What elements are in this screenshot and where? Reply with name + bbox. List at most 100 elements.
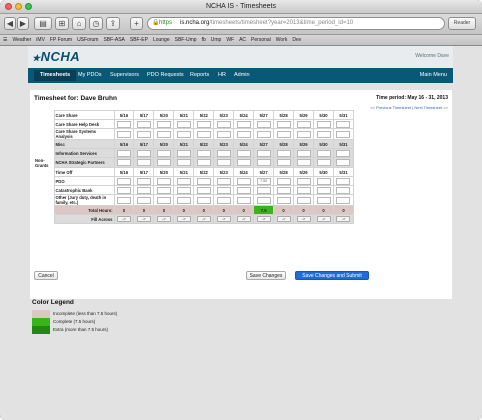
hours-input[interactable] xyxy=(256,120,271,128)
hours-input[interactable] xyxy=(316,196,331,204)
bookmark-item[interactable]: USForum xyxy=(77,37,98,43)
hours-input[interactable] xyxy=(116,149,131,157)
hours-input[interactable] xyxy=(296,130,311,138)
hours-input[interactable] xyxy=(236,120,251,128)
hours-input[interactable] xyxy=(236,130,251,138)
hours-input[interactable] xyxy=(176,186,191,194)
home-icon[interactable]: ⌂ xyxy=(72,17,86,30)
nav-timesheets[interactable]: Timesheets xyxy=(34,70,77,81)
nav-admin[interactable]: Admin xyxy=(234,72,250,78)
hours-input[interactable] xyxy=(116,186,131,194)
bookmark-item[interactable]: FP Forum xyxy=(50,37,72,43)
hours-input[interactable] xyxy=(216,177,231,185)
hours-input[interactable] xyxy=(136,120,151,128)
hours-input[interactable] xyxy=(216,130,231,138)
top-sites-icon[interactable]: ⊞ xyxy=(55,17,69,30)
fill-across-button[interactable]: -> xyxy=(256,216,271,222)
hours-input[interactable] xyxy=(116,130,131,138)
hours-input[interactable] xyxy=(256,159,271,166)
hours-input[interactable] xyxy=(136,186,151,194)
minimize-window-button[interactable] xyxy=(15,3,22,10)
hours-input[interactable] xyxy=(156,177,171,185)
hours-input[interactable] xyxy=(216,120,231,128)
hours-input[interactable] xyxy=(276,177,291,185)
fill-across-button[interactable]: -> xyxy=(136,216,151,222)
bookmark-item[interactable]: SBF-EP xyxy=(130,37,148,43)
hours-input[interactable] xyxy=(236,177,251,185)
hours-input[interactable] xyxy=(136,196,151,204)
fill-across-button[interactable]: -> xyxy=(216,216,231,222)
hours-input[interactable] xyxy=(256,196,271,204)
nav-my-pdos[interactable]: My PDOs xyxy=(78,72,102,78)
hours-input[interactable] xyxy=(296,120,311,128)
fill-across-button[interactable]: -> xyxy=(336,216,351,222)
hours-input[interactable] xyxy=(316,186,331,194)
nav-reports[interactable]: Reports xyxy=(190,72,209,78)
nav-supervisors[interactable]: Supervisors xyxy=(110,72,139,78)
hours-input[interactable] xyxy=(116,120,131,128)
hours-input[interactable] xyxy=(196,120,211,128)
hours-input[interactable] xyxy=(136,130,151,138)
fill-across-button[interactable]: -> xyxy=(276,216,291,222)
hours-input[interactable] xyxy=(156,130,171,138)
hours-input[interactable] xyxy=(176,130,191,138)
hours-input[interactable] xyxy=(176,149,191,157)
hours-input[interactable] xyxy=(276,186,291,194)
hours-input[interactable] xyxy=(196,177,211,185)
nav-hr[interactable]: HR xyxy=(218,72,226,78)
hours-input[interactable] xyxy=(316,130,331,138)
hours-input[interactable] xyxy=(136,177,151,185)
hours-input[interactable] xyxy=(156,149,171,157)
save-and-submit-button[interactable]: Save Changes and Submit xyxy=(295,271,369,280)
hours-input[interactable] xyxy=(336,120,351,128)
fill-across-button[interactable]: -> xyxy=(196,216,211,222)
hours-input[interactable] xyxy=(336,130,351,138)
forward-button[interactable]: ▶ xyxy=(17,17,29,30)
bookmark-item[interactable]: Weather xyxy=(12,37,31,43)
hours-input[interactable] xyxy=(236,196,251,204)
hours-input[interactable] xyxy=(156,159,171,166)
hours-input[interactable] xyxy=(196,186,211,194)
hours-input[interactable] xyxy=(236,159,251,166)
hours-input[interactable] xyxy=(296,177,311,185)
close-window-button[interactable] xyxy=(5,3,12,10)
fill-across-button[interactable]: -> xyxy=(236,216,251,222)
fill-across-button[interactable]: -> xyxy=(176,216,191,222)
hours-input[interactable] xyxy=(316,159,331,166)
hours-input[interactable] xyxy=(296,186,311,194)
hours-input[interactable] xyxy=(236,149,251,157)
share-icon[interactable]: ⇪ xyxy=(106,17,120,30)
zoom-window-button[interactable] xyxy=(25,3,32,10)
bookmark-item[interactable]: iMV xyxy=(36,37,45,43)
cancel-button[interactable]: Cancel xyxy=(34,271,58,280)
hours-input[interactable] xyxy=(336,159,351,166)
bookmark-item[interactable]: Lounge xyxy=(153,37,170,43)
hours-input[interactable] xyxy=(336,196,351,204)
hours-input[interactable] xyxy=(316,120,331,128)
hours-input[interactable] xyxy=(256,149,271,157)
hours-input[interactable] xyxy=(176,159,191,166)
hours-input[interactable] xyxy=(176,120,191,128)
ncha-logo[interactable]: ★NCHA xyxy=(32,49,80,64)
nav-pdo-requests[interactable]: PDO Requests xyxy=(147,72,184,78)
hours-input[interactable] xyxy=(156,120,171,128)
hours-input[interactable] xyxy=(156,196,171,204)
bookmark-item[interactable]: SBF-ASA xyxy=(103,37,124,43)
nav-main-menu[interactable]: Main Menu xyxy=(420,72,447,78)
hours-input[interactable] xyxy=(116,177,131,185)
hours-input[interactable] xyxy=(196,149,211,157)
bookmark-item[interactable]: SBF-Ump xyxy=(175,37,197,43)
save-changes-button[interactable]: Save Changes xyxy=(246,271,286,280)
sidebar-icon[interactable]: ▤ xyxy=(34,17,52,30)
next-timesheet-link[interactable]: Next Timesheet >> xyxy=(414,105,448,110)
hours-input[interactable] xyxy=(336,177,351,185)
hours-input[interactable] xyxy=(176,196,191,204)
hours-input[interactable] xyxy=(196,159,211,166)
hours-input[interactable] xyxy=(276,120,291,128)
fill-across-button[interactable]: -> xyxy=(316,216,331,222)
fill-across-button[interactable]: -> xyxy=(156,216,171,222)
hours-input[interactable] xyxy=(336,149,351,157)
hours-input[interactable] xyxy=(296,196,311,204)
hours-input[interactable] xyxy=(316,177,331,185)
hours-input[interactable] xyxy=(216,149,231,157)
